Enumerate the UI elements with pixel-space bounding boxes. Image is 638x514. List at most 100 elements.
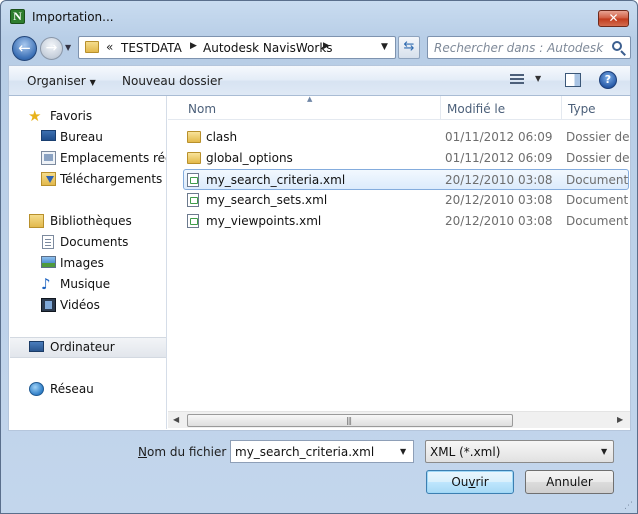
open-button[interactable]: Ouvrir xyxy=(426,470,514,494)
breadcrumb-separator-icon[interactable]: ▶ xyxy=(190,41,197,51)
scrollbar-thumb[interactable]: ||| xyxy=(187,414,513,427)
close-button[interactable]: ✕ xyxy=(598,10,629,27)
file-list: ▲ Nom Modifié le Type clash 01/11/2012 0… xyxy=(168,96,630,429)
desktop-icon xyxy=(41,130,56,141)
music-icon: ♪ xyxy=(41,275,51,293)
column-divider[interactable] xyxy=(440,96,441,120)
address-bar[interactable]: « TESTDATA ▶ Autodesk NavisWorks ▶ ▼ xyxy=(78,36,396,59)
column-header-modified[interactable]: Modifié le xyxy=(447,102,505,116)
cancel-button[interactable]: Annuler xyxy=(525,470,614,494)
search-icon[interactable] xyxy=(611,40,627,56)
network-icon xyxy=(29,382,44,396)
chevron-down-icon[interactable]: ▼ xyxy=(601,447,607,456)
file-row-clash[interactable]: clash 01/11/2012 06:09 Dossier de fichie… xyxy=(184,127,630,148)
sidebar-item-label: Bibliothèques xyxy=(50,214,132,228)
command-toolbar: Organiser ▼ Nouveau dossier ▼ ? xyxy=(8,65,631,96)
star-icon: ★ xyxy=(28,107,42,125)
sidebar-item-label: Emplacements récents xyxy=(60,151,166,165)
sidebar-item-label: Images xyxy=(60,256,104,270)
search-input[interactable]: Rechercher dans : Autodesk N... xyxy=(427,36,631,59)
sidebar-item-computer[interactable]: Ordinateur xyxy=(10,337,166,358)
change-view-icon[interactable] xyxy=(510,74,524,86)
sidebar-item-videos[interactable]: Vidéos xyxy=(9,295,166,316)
organize-menu-button[interactable]: Organiser ▼ xyxy=(27,74,96,88)
scroll-left-icon[interactable]: ◀ xyxy=(173,415,179,424)
search-placeholder: Rechercher dans : Autodesk N... xyxy=(434,41,604,55)
sidebar-item-label: Vidéos xyxy=(60,298,100,312)
file-name: my_search_sets.xml xyxy=(206,193,328,207)
file-row-global-options[interactable]: global_options 01/11/2012 06:09 Dossier … xyxy=(184,148,630,169)
file-row-my-viewpoints[interactable]: my_viewpoints.xml 20/12/2010 03:08 Docum… xyxy=(184,211,630,232)
sidebar-item-label: Téléchargements xyxy=(60,172,163,186)
column-header-name[interactable]: Nom xyxy=(188,102,216,116)
sidebar-item-label: Bureau xyxy=(60,130,103,144)
file-modified: 20/12/2010 03:08 xyxy=(445,173,553,187)
new-folder-button[interactable]: Nouveau dossier xyxy=(122,74,222,88)
sidebar-item-network[interactable]: Réseau xyxy=(9,379,166,400)
sidebar-item-label: Favoris xyxy=(50,109,93,123)
downloads-icon xyxy=(41,172,56,186)
help-button[interactable]: ? xyxy=(599,71,617,89)
xml-file-icon xyxy=(187,214,199,228)
filename-field[interactable]: my_search_criteria.xml ▼ xyxy=(230,440,414,463)
xml-file-icon xyxy=(187,193,199,207)
file-row-my-search-criteria[interactable]: my_search_criteria.xml 20/12/2010 03:08 … xyxy=(183,169,630,190)
videos-icon xyxy=(41,298,56,312)
file-type: Dossier de fichiers xyxy=(566,151,630,165)
sidebar-item-libraries[interactable]: Bibliothèques xyxy=(9,211,166,232)
navigation-pane: ★ Favoris Bureau Emplacements récents Té… xyxy=(9,96,167,429)
resize-grip-icon[interactable]: ⋰ xyxy=(624,501,636,513)
sidebar-item-music[interactable]: ♪ Musique xyxy=(9,274,166,295)
folder-icon xyxy=(187,131,201,143)
libraries-icon xyxy=(29,214,44,228)
column-header-row: ▲ Nom Modifié le Type xyxy=(168,96,630,120)
file-row-my-search-sets[interactable]: my_search_sets.xml 20/12/2010 03:08 Docu… xyxy=(184,190,630,211)
file-type: Document XML xyxy=(566,173,630,187)
file-type: Document XML xyxy=(566,193,630,207)
sidebar-item-bureau[interactable]: Bureau xyxy=(9,127,166,148)
chevron-down-icon[interactable]: ▼ xyxy=(400,447,406,456)
column-header-type[interactable]: Type xyxy=(568,102,596,116)
sidebar-item-downloads[interactable]: Téléchargements xyxy=(9,169,166,190)
breadcrumb-overflow[interactable]: « xyxy=(106,40,113,54)
file-type: Dossier de fichiers xyxy=(566,130,630,144)
navisworks-app-icon: N xyxy=(10,9,25,24)
view-options-chevron-icon[interactable]: ▼ xyxy=(535,74,541,83)
column-divider[interactable] xyxy=(561,96,562,120)
horizontal-scrollbar[interactable]: ◀ ||| ▶ xyxy=(168,411,630,428)
recent-locations-chevron-icon[interactable]: ▼ xyxy=(65,43,71,52)
breadcrumb-separator-icon[interactable]: ▶ xyxy=(323,41,330,51)
filter-value: XML (*.xml) xyxy=(430,445,501,459)
title-bar[interactable]: N Importation... ✕ xyxy=(1,1,637,31)
organize-label: Organiser xyxy=(27,74,86,88)
filename-label: Nom du fichier : xyxy=(138,445,234,459)
address-dropdown-icon[interactable]: ▼ xyxy=(381,42,388,52)
breadcrumb-testdata[interactable]: TESTDATA xyxy=(121,41,182,55)
sort-ascending-icon: ▲ xyxy=(307,96,313,103)
back-button[interactable]: ← xyxy=(12,36,37,61)
sidebar-item-recent-places[interactable]: Emplacements récents xyxy=(9,148,166,169)
scroll-right-icon[interactable]: ▶ xyxy=(617,415,623,424)
sidebar-item-label: Réseau xyxy=(50,382,94,396)
refresh-button[interactable]: ⇆ xyxy=(398,36,420,59)
grip-icon: ||| xyxy=(346,416,352,425)
sidebar-item-documents[interactable]: Documents xyxy=(9,232,166,253)
breadcrumb-navisworks[interactable]: Autodesk NavisWorks xyxy=(203,41,333,55)
documents-icon xyxy=(42,235,54,249)
browser-content: ★ Favoris Bureau Emplacements récents Té… xyxy=(8,96,631,431)
import-dialog: N Importation... ✕ ← → ▼ « TESTDATA ▶ Au… xyxy=(0,0,638,514)
folder-icon xyxy=(187,152,201,164)
filename-label-accelerator: N xyxy=(138,445,147,459)
chevron-down-icon: ▼ xyxy=(89,78,96,87)
open-label-start: Ou xyxy=(451,475,469,489)
xml-file-icon xyxy=(187,173,199,187)
folder-icon xyxy=(85,41,99,53)
file-type-filter[interactable]: XML (*.xml) ▼ xyxy=(425,440,614,463)
file-type: Document XML xyxy=(566,214,630,228)
sidebar-item-images[interactable]: Images xyxy=(9,253,166,274)
sidebar-item-favoris[interactable]: ★ Favoris xyxy=(9,106,166,127)
forward-button[interactable]: → xyxy=(40,37,63,60)
preview-pane-icon[interactable] xyxy=(565,73,581,87)
computer-icon xyxy=(29,341,44,352)
images-icon xyxy=(41,256,56,268)
